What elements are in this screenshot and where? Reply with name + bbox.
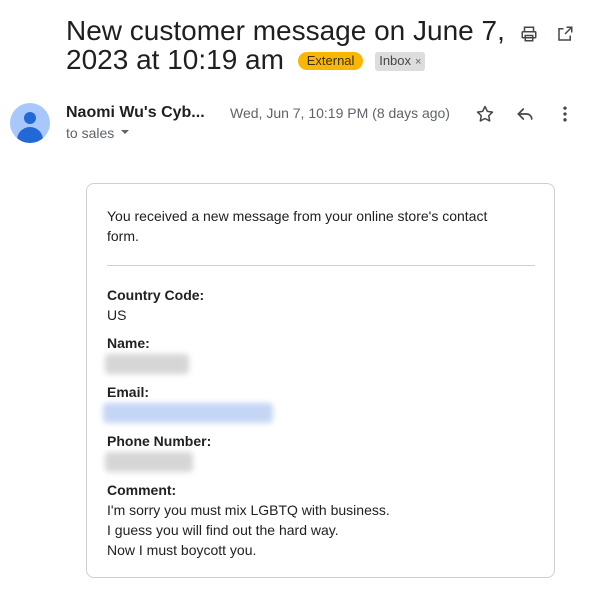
email-field: Email: [103,382,534,423]
top-toolbar [519,24,575,44]
comment-field: Comment: I'm sorry you must mix LGBTQ wi… [107,480,534,560]
avatar[interactable] [10,103,50,143]
external-badge: External [297,52,364,70]
email-value-redacted[interactable] [103,403,273,423]
country-label: Country Code: [107,287,205,303]
email-label: Email: [107,384,150,400]
inbox-label-text: Inbox [379,53,412,68]
name-value-redacted [105,354,189,374]
email-subject: New customer message on June 7, 2023 at … [66,16,506,74]
country-value: US [107,307,127,323]
divider [107,265,535,266]
comment-line: I'm sorry you must mix LGBTQ with busine… [107,502,390,518]
reply-icon[interactable] [515,104,535,124]
intro-text: You received a new message from your onl… [107,208,488,244]
sender-name[interactable]: Naomi Wu's Cyb... [66,104,205,122]
recipient-text: to sales [66,125,115,141]
email-date: Wed, Jun 7, 10:19 PM (8 days ago) [230,105,450,121]
remove-label-icon[interactable]: × [415,56,421,68]
comment-label: Comment: [107,482,177,498]
comment-line: I guess you will find out the hard way. [107,522,339,538]
message-actions [475,104,575,124]
phone-value-redacted [105,452,193,472]
name-field: Name: [105,333,534,374]
print-icon[interactable] [519,24,539,44]
inbox-label[interactable]: Inbox × [375,52,426,71]
comment-line: Now I must boycott you. [107,542,257,558]
avatar-body [17,127,43,143]
open-in-new-window-icon[interactable] [555,24,575,44]
chevron-down-icon[interactable] [120,127,130,140]
country-field: Country Code: US [107,285,534,325]
phone-label: Phone Number: [107,433,212,449]
more-vert-icon[interactable] [555,104,575,124]
subject-text: New customer message on June 7, 2023 at … [66,15,505,75]
star-icon[interactable] [475,104,495,124]
name-label: Name: [107,335,150,351]
phone-field: Phone Number: [105,431,534,472]
comment-text: I'm sorry you must mix LGBTQ with busine… [107,500,534,560]
recipient-line[interactable]: to sales [66,125,130,141]
avatar-head [24,112,36,124]
message-body-card: You received a new message from your onl… [86,183,555,578]
